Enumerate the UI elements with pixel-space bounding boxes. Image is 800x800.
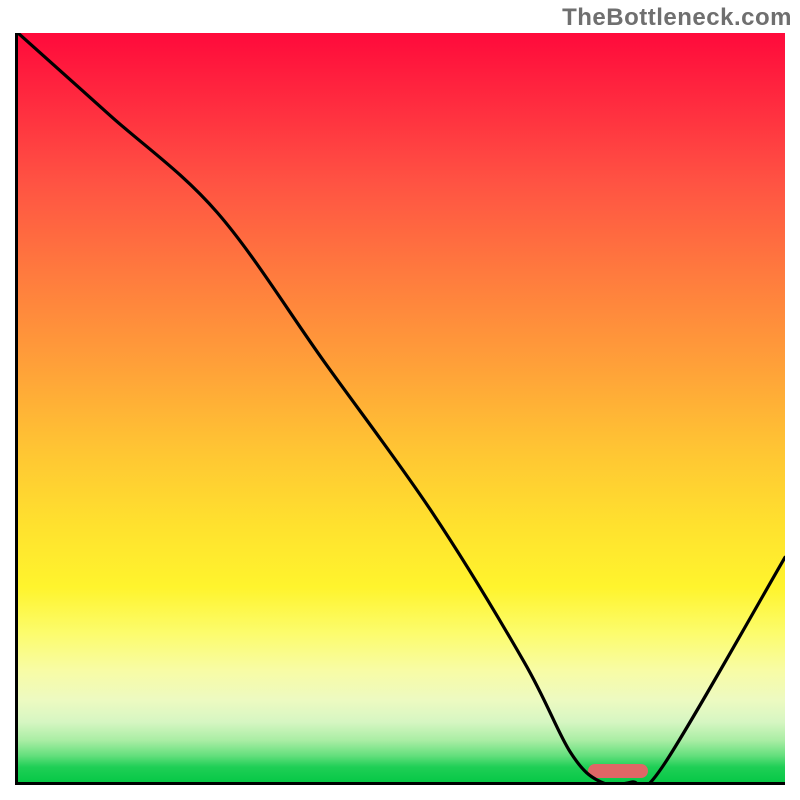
- watermark-text: TheBottleneck.com: [562, 4, 792, 32]
- curve-layer: [18, 33, 785, 782]
- bottleneck-curve: [18, 33, 785, 785]
- plot-area: [15, 33, 785, 785]
- chart-container: TheBottleneck.com: [0, 0, 800, 800]
